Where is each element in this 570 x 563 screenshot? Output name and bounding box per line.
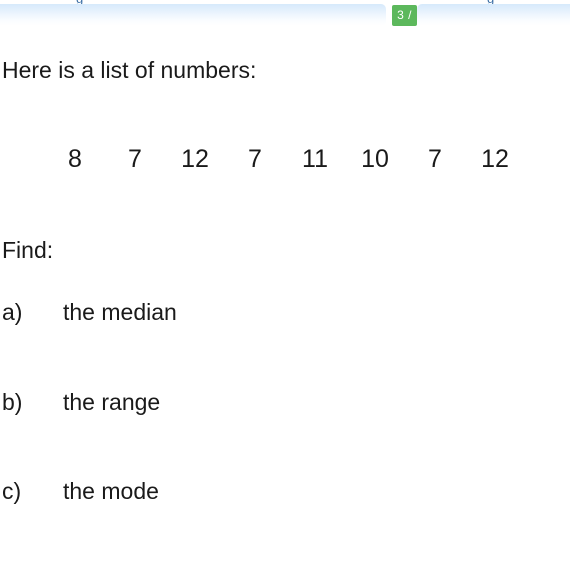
question-text-a: the median bbox=[63, 299, 177, 325]
number-item: 7 bbox=[248, 145, 262, 173]
question-text-b: the range bbox=[63, 389, 161, 415]
number-item: 7 bbox=[428, 145, 442, 173]
number-item: 10 bbox=[361, 145, 389, 173]
intro-text: Here is a list of numbers: bbox=[2, 57, 257, 83]
question-item-a: a) the median bbox=[2, 297, 542, 327]
toolbar-panel-right[interactable] bbox=[417, 4, 570, 26]
number-item: 11 bbox=[302, 145, 328, 173]
question-text-c: the mode bbox=[63, 478, 159, 504]
toolbar-panel-left[interactable] bbox=[0, 4, 386, 26]
find-label: Find: bbox=[2, 237, 54, 263]
number-item: 7 bbox=[128, 145, 142, 173]
number-item: 12 bbox=[481, 145, 509, 173]
question-marker-b: b) bbox=[2, 389, 23, 415]
number-item: 12 bbox=[181, 145, 209, 173]
worksheet-content: Here is a list of numbers: 8 7 12 7 11 1… bbox=[0, 26, 570, 563]
cut-off-glyph-right: g bbox=[487, 0, 498, 4]
cut-off-glyph-left: g bbox=[76, 0, 87, 4]
question-item-b: b) the range bbox=[2, 387, 542, 417]
question-marker-c: c) bbox=[2, 478, 22, 504]
top-toolbar-strip: g g 3 / bbox=[0, 0, 570, 26]
question-marker-a: a) bbox=[2, 299, 23, 325]
numbers-list: 8 7 12 7 11 10 7 12 bbox=[0, 144, 570, 174]
score-badge: 3 / bbox=[392, 5, 417, 26]
question-item-c: c) the mode bbox=[2, 476, 542, 506]
number-item: 8 bbox=[68, 145, 82, 173]
